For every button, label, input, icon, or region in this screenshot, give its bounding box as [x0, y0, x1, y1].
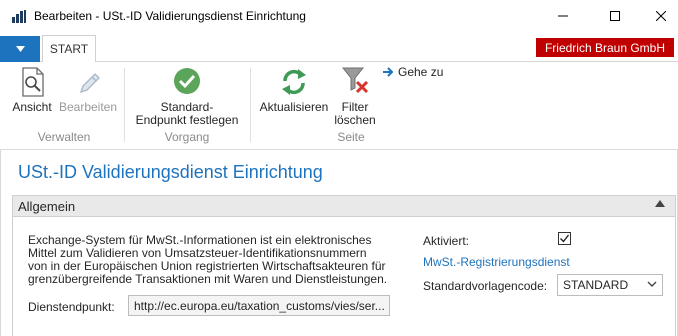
maximize-icon [610, 11, 620, 21]
document-search-icon [22, 67, 44, 97]
minimize-button[interactable] [540, 0, 586, 32]
activated-checkbox[interactable] [558, 232, 571, 245]
description-line: grenzübergreifende Transaktionen mit War… [28, 272, 388, 286]
chevron-down-icon [647, 281, 657, 287]
fasttab-title: Allgemein [18, 199, 76, 214]
description-text: Exchange-System für MwSt.-Informationen … [28, 234, 398, 286]
group-label-verwalten: Verwalten [37, 130, 91, 144]
close-icon [656, 11, 666, 21]
ribbon-separator [124, 68, 125, 142]
refresh-icon [282, 69, 306, 95]
template-code-value: STANDARD [563, 278, 629, 292]
filter-label-line2: löschen [334, 113, 376, 127]
window-title: Bearbeiten - USt.-ID Validierungsdienst … [34, 9, 306, 23]
arrow-right-icon [383, 67, 394, 77]
bearbeiten-button[interactable]: Bearbeiten [58, 66, 118, 114]
minimize-icon [558, 15, 568, 17]
filter-clear-icon [341, 67, 369, 94]
endpoint-field[interactable]: http://ec.europa.eu/taxation_customs/vie… [128, 295, 390, 316]
chevron-up-icon[interactable] [655, 200, 665, 207]
close-button[interactable] [638, 0, 678, 32]
activated-label: Aktiviert: [423, 234, 470, 248]
pencil-icon [79, 73, 100, 94]
bearbeiten-label: Bearbeiten [58, 100, 118, 114]
ribbon: Ansicht Bearbeiten Verwalten Standard- E… [0, 62, 678, 150]
company-badge[interactable]: Friedrich Braun GmbH [536, 38, 674, 57]
ribbon-separator [250, 68, 251, 142]
checkmark-circle-icon [174, 68, 200, 94]
group-label-seite: Seite [337, 130, 365, 144]
endpoint-label: Dienstendpunkt: [28, 300, 115, 314]
chart-bars-icon [12, 10, 26, 23]
template-code-label: Standardvorlagencode: [423, 279, 548, 293]
chevron-down-icon [15, 46, 25, 52]
group-label-vorgang: Vorgang [164, 130, 210, 144]
ribbon-tab-row: START Friedrich Braun GmbH [0, 34, 678, 63]
ansicht-label: Ansicht [12, 100, 52, 114]
standard-endpoint-button[interactable]: Standard- Endpunkt festlegen [130, 66, 244, 127]
ansicht-button[interactable]: Ansicht [10, 66, 54, 114]
template-code-select[interactable]: STANDARD [557, 274, 663, 296]
aktualisieren-button[interactable]: Aktualisieren [256, 66, 332, 114]
standard-label-line2: Endpunkt festlegen [135, 113, 239, 127]
app-menu-button[interactable] [0, 36, 40, 62]
tab-start[interactable]: START [42, 35, 96, 63]
filter-loeschen-button[interactable]: Filter löschen [332, 64, 378, 127]
page-title: USt.-ID Validierungsdienst Einrichtung [18, 162, 323, 182]
aktualisieren-label: Aktualisieren [259, 100, 329, 114]
title-bar: Bearbeiten - USt.-ID Validierungsdienst … [0, 0, 678, 32]
gehe-zu-button[interactable]: Gehe zu [382, 66, 448, 79]
fasttab-allgemein-header[interactable]: Allgemein [12, 195, 676, 217]
registration-service-link[interactable]: MwSt.-Registrierungsdienst [423, 255, 570, 269]
checkmark-icon [560, 234, 570, 243]
gehe-zu-label: Gehe zu [398, 65, 444, 79]
maximize-button[interactable] [592, 0, 638, 32]
